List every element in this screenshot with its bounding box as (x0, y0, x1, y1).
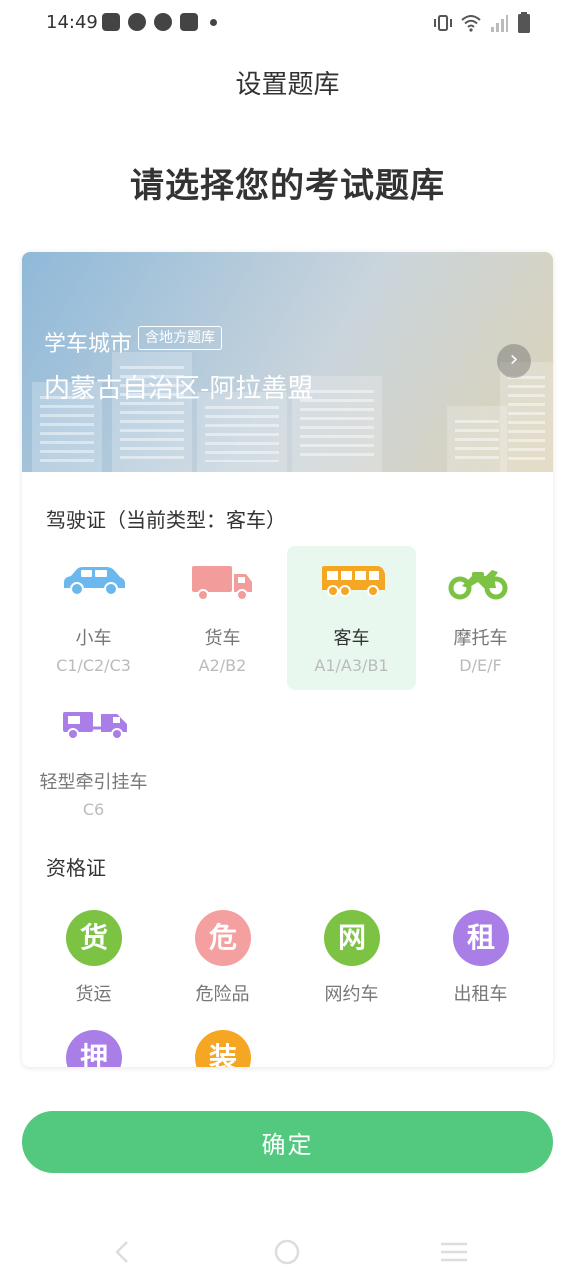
system-icons (433, 12, 531, 34)
freight-icon: 货 (66, 910, 122, 966)
vibrate-icon (434, 15, 452, 31)
page-title: 设置题库 (235, 70, 340, 100)
license-code: D/E/F (459, 656, 502, 675)
certificate-option-escort[interactable]: 押 (29, 1030, 158, 1067)
notification-icons (102, 13, 217, 31)
compass-icon (154, 13, 172, 31)
car-icon (64, 567, 125, 596)
dot-icon (210, 18, 217, 26)
certificate-label: 网约车 (324, 984, 379, 1005)
home-icon[interactable] (274, 1239, 300, 1265)
license-code: C1/C2/C3 (56, 656, 131, 675)
back-icon[interactable] (112, 1240, 132, 1264)
signal-icon (491, 15, 508, 32)
taxi-icon: 租 (453, 910, 509, 966)
selected-region: 内蒙古自治区-阿拉善盟 (44, 374, 314, 404)
certificate-option-loading[interactable]: 装 (158, 1030, 287, 1067)
escort-icon: 押 (66, 1030, 122, 1067)
license-option-truck[interactable]: 货车 A2/B2 (158, 546, 287, 690)
motorcycle-icon (448, 570, 508, 600)
shopping-bag-icon (180, 13, 198, 31)
license-label: 摩托车 (453, 628, 508, 649)
exam-bank-card: 学车城市 含地方题库 内蒙古自治区-阿拉善盟 › 驾驶证（当前类型：客车） 小车… (22, 252, 553, 1067)
wifi-icon (461, 15, 481, 32)
license-code: A1/A3/B1 (314, 656, 389, 675)
building-graphic (447, 406, 507, 472)
confirm-button[interactable]: 确定 (22, 1111, 553, 1173)
certificate-label: 货运 (75, 984, 112, 1005)
license-option-trailer[interactable]: 轻型牵引挂车 C6 (29, 690, 158, 834)
license-option-bus[interactable]: 客车 A1/A3/B1 (287, 546, 416, 690)
building-graphic (500, 362, 553, 472)
battery-icon (518, 12, 530, 33)
city-banner[interactable]: 学车城市 含地方题库 内蒙古自治区-阿拉善盟 › (22, 252, 553, 472)
license-label: 小车 (75, 628, 112, 649)
local-bank-badge: 含地方题库 (138, 326, 222, 350)
license-option-motorcycle[interactable]: 摩托车 D/E/F (416, 546, 545, 690)
certificate-option-taxi[interactable]: 租 出租车 (416, 910, 545, 1030)
hazmat-icon: 危 (195, 910, 251, 966)
exam-bank-heading: 请选择您的考试题库 (130, 166, 445, 206)
license-label: 客车 (333, 628, 370, 649)
status-time: 14:49 (46, 12, 98, 33)
license-option-car[interactable]: 小车 C1/C2/C3 (29, 546, 158, 690)
certificate-option-ride-hailing[interactable]: 网 网约车 (287, 910, 416, 1030)
certificate-option-hazmat[interactable]: 危 危险品 (158, 910, 287, 1030)
truck-icon (192, 566, 252, 601)
trailer-icon (63, 712, 127, 740)
loading-icon: 装 (195, 1030, 251, 1067)
bus-icon (322, 566, 385, 597)
status-bar: 14:49 (0, 0, 575, 48)
compass-icon (128, 13, 146, 31)
system-nav-bar (0, 1220, 575, 1280)
license-section-title: 驾驶证（当前类型：客车） (46, 508, 286, 532)
ride-hailing-icon: 网 (324, 910, 380, 966)
menu-icon[interactable] (440, 1242, 468, 1262)
license-code: A2/B2 (198, 656, 247, 675)
license-label: 轻型牵引挂车 (39, 772, 148, 793)
shopping-bag-icon (102, 13, 120, 31)
chevron-right-icon[interactable]: › (497, 344, 531, 378)
city-label: 学车城市 (44, 332, 133, 357)
certificate-section-title: 资格证 (46, 856, 106, 880)
certificate-option-freight[interactable]: 货 货运 (29, 910, 158, 1030)
license-label: 货车 (204, 628, 241, 649)
certificate-label: 出租车 (453, 984, 508, 1005)
certificate-label: 危险品 (195, 984, 250, 1005)
license-code: C6 (82, 800, 105, 819)
